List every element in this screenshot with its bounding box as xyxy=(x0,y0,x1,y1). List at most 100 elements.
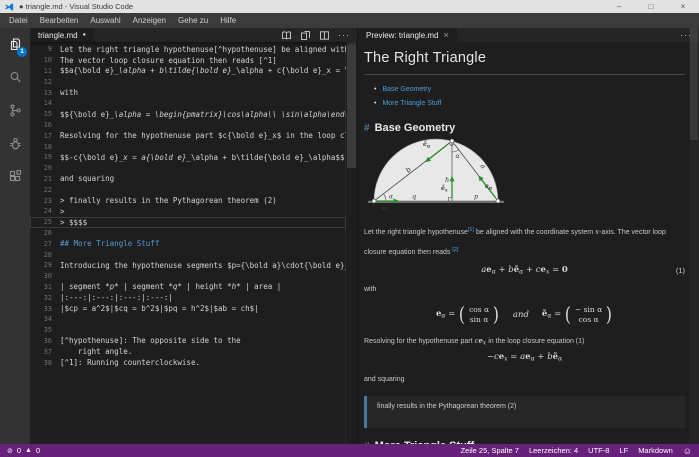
code-line-37[interactable]: 37 right angle. xyxy=(30,346,346,357)
open-preview-icon[interactable] xyxy=(281,30,292,41)
editor-actions: ··· xyxy=(281,28,357,42)
editor-scrollbar-thumb[interactable] xyxy=(347,42,356,168)
heading-hash-marker: # xyxy=(364,123,370,134)
code-line-36[interactable]: 36 [^hypothenuse]: The opposite side to t… xyxy=(30,335,346,346)
code-line-26[interactable]: 26 xyxy=(30,227,346,238)
equation-resolved: −cex = aeα + bẽα xyxy=(486,352,563,363)
menu-datei[interactable]: Datei xyxy=(3,16,34,25)
explorer-icon[interactable]: 1 xyxy=(0,28,30,61)
segment-q-label: q xyxy=(412,193,416,201)
code-line-23[interactable]: 23 > finally results in the Pythagorean t… xyxy=(30,195,346,206)
status-language-mode[interactable]: Markdown xyxy=(638,446,673,455)
bullet-icon: • xyxy=(374,100,377,107)
close-tab-icon[interactable]: × xyxy=(443,30,448,40)
code-line-24[interactable]: 24 > xyxy=(30,206,346,217)
code-line-38[interactable]: 38 [^1]: Running counterclockwise. xyxy=(30,357,346,368)
minimize-button[interactable]: – xyxy=(603,0,635,13)
line-number: 9 xyxy=(47,45,52,54)
line-number: 8 xyxy=(30,42,52,43)
code-line-22[interactable]: 22 xyxy=(30,184,346,195)
page-title: The Right Triangle xyxy=(364,50,685,75)
tab-preview-triangle-md[interactable]: Preview: triangle.md × xyxy=(358,28,457,42)
code-line-13[interactable]: 13 with xyxy=(30,87,346,98)
code-line-14[interactable]: 14 xyxy=(30,98,346,109)
source-control-icon[interactable] xyxy=(0,94,30,127)
code-line-25[interactable]: 25 > $$$$ xyxy=(30,217,346,228)
menu-anzeigen[interactable]: Anzeigen xyxy=(127,16,172,25)
line-number: 11 xyxy=(43,66,52,75)
status-encoding[interactable]: UTF-8 xyxy=(588,446,609,455)
alpha-angle-label: α xyxy=(389,194,393,201)
line-number: 22 xyxy=(43,185,52,194)
line-text: The vector loop closure equation then re… xyxy=(60,55,277,65)
preview-scrollbar[interactable] xyxy=(689,28,699,444)
close-button[interactable]: × xyxy=(667,0,699,13)
window-title: ● triangle.md - Visual Studio Code xyxy=(19,2,134,11)
line-text: $${\bold e}_\alpha = \begin{pmatrix}\cos… xyxy=(60,109,346,119)
menu-hilfe[interactable]: Hilfe xyxy=(214,16,242,25)
split-editor-icon[interactable] xyxy=(319,30,330,41)
feedback-smiley-icon[interactable]: ☺ xyxy=(683,446,692,456)
more-actions-icon[interactable]: ··· xyxy=(338,30,350,40)
code-line-33[interactable]: 33 |$cp = a^2$|$cq = b^2$|$pq = h^2$|$ab … xyxy=(30,303,346,314)
code-line-10[interactable]: 10 The vector loop closure equation then … xyxy=(30,55,346,66)
e-x-vector-label: ex xyxy=(382,206,389,212)
line-text: and squaring xyxy=(60,174,115,184)
line-number: 34 xyxy=(43,315,52,324)
alpha-apex-label: α xyxy=(456,153,460,160)
line-number: 35 xyxy=(43,326,52,335)
menu-bearbeiten[interactable]: Bearbeiten xyxy=(34,16,85,25)
status-eol[interactable]: LF xyxy=(619,446,628,455)
code-line-19[interactable]: 19 $$-c{\bold e}_x = a{\bold e}_\alpha + … xyxy=(30,152,346,163)
line-number: 29 xyxy=(43,261,52,270)
code-line-30[interactable]: 30 xyxy=(30,271,346,282)
preview-tab-bar: Preview: triangle.md × ··· xyxy=(358,28,699,42)
preview-scrollbar-thumb[interactable] xyxy=(690,28,698,140)
search-icon[interactable] xyxy=(0,61,30,94)
line-number: 28 xyxy=(43,250,52,259)
code-line-15[interactable]: 15 $${\bold e}_\alpha = \begin{pmatrix}\c… xyxy=(30,109,346,120)
title-bar: ● triangle.md - Visual Studio Code – □ × xyxy=(0,0,699,13)
maximize-button[interactable]: □ xyxy=(635,0,667,13)
code-line-21[interactable]: 21 and squaring xyxy=(30,173,346,184)
toc-item: • Base Geometry xyxy=(374,83,685,97)
editor-scrollbar[interactable] xyxy=(345,42,357,444)
editor-group: triangle.md ● ··· 89Let the right trian xyxy=(30,28,357,444)
code-line-18[interactable]: 18 xyxy=(30,141,346,152)
open-changes-icon[interactable] xyxy=(300,30,311,41)
debug-icon[interactable] xyxy=(0,127,30,160)
menu-auswahl[interactable]: Auswahl xyxy=(84,16,126,25)
code-line-28[interactable]: 28 xyxy=(30,249,346,260)
line-text: Introducing the hypothenuse segments $p=… xyxy=(60,260,346,270)
code-line-31[interactable]: 31 | segment *p* | segment *q* | height *… xyxy=(30,281,346,292)
problems-status[interactable]: ⊘ 0 ▲ 0 xyxy=(7,446,40,455)
code-line-34[interactable]: 34 xyxy=(30,314,346,325)
code-line-20[interactable]: 20 xyxy=(30,163,346,174)
line-text: Let the right triangle hypothenuse[^hypo… xyxy=(60,44,346,54)
code-editor[interactable]: 8 9 Let the right triangle hypothenuse[^hy… xyxy=(30,42,357,444)
code-line-9[interactable]: 9 Let the right triangle hypothenuse[^hyp… xyxy=(30,44,346,55)
code-line-17[interactable]: 17 Resolving for the hypothenuse part $c{… xyxy=(30,130,346,141)
status-bar: ⊘ 0 ▲ 0 Zeile 25, Spalte 7 Leerzeichen: 4… xyxy=(0,444,699,457)
line-number: 38 xyxy=(43,358,52,367)
code-line-11[interactable]: 11 $$a{\bold e}_\alpha + b\tilde{\bold e}… xyxy=(30,65,346,76)
status-cursor-position[interactable]: Zeile 25, Spalte 7 xyxy=(461,446,519,455)
extensions-icon[interactable] xyxy=(0,160,30,193)
dirty-indicator-icon: ● xyxy=(82,32,86,38)
vscode-window: ● triangle.md - Visual Studio Code – □ ×… xyxy=(0,0,699,457)
code-line-12[interactable]: 12 xyxy=(30,76,346,87)
toc-link-base-geometry[interactable]: Base Geometry xyxy=(382,83,431,97)
code-line-29[interactable]: 29 Introducing the hypothenuse segments $… xyxy=(30,260,346,271)
code-line-27[interactable]: 27 ## More Triangle Stuff xyxy=(30,238,346,249)
code-line-32[interactable]: 32 |:---:|:---:|:---:|:---:| xyxy=(30,292,346,303)
toc-link-more-triangle-stuff[interactable]: More Triangle Stuff xyxy=(382,97,441,111)
status-indentation[interactable]: Leerzeichen: 4 xyxy=(529,446,578,455)
code-line-35[interactable]: 35 xyxy=(30,325,346,336)
code-line-8[interactable]: 8 xyxy=(30,42,346,44)
code-line-16[interactable]: 16 xyxy=(30,119,346,130)
menu-gehe-zu[interactable]: Gehe zu xyxy=(172,16,214,25)
paragraph-intro-line1: Let the right triangle hypothenuse[1] be… xyxy=(364,227,666,236)
markdown-preview-group: Preview: triangle.md × ··· The Right Tri… xyxy=(357,28,699,444)
equation-loop-closure: aeα + bẽα + cex = 0 (1) xyxy=(481,265,685,276)
tab-triangle-md[interactable]: triangle.md ● xyxy=(30,28,94,42)
